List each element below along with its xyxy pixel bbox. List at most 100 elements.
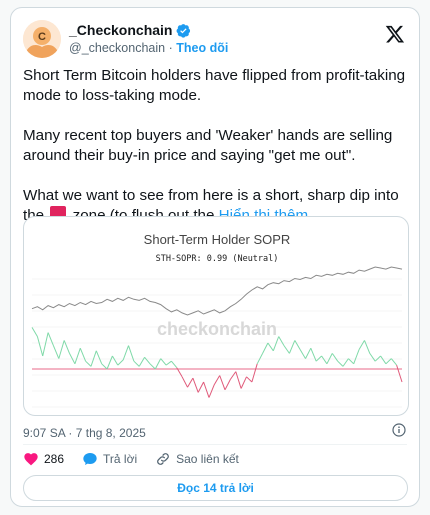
sopr-segment-profit — [369, 353, 376, 362]
sopr-segment-profit — [47, 332, 54, 346]
sopr-segment-profit — [337, 360, 344, 367]
sopr-segment-loss — [213, 375, 221, 385]
sopr-segment-loss — [235, 371, 242, 389]
like-count: 286 — [44, 452, 65, 466]
tweet-time: 9:07 SA — [23, 426, 66, 440]
sopr-segment-profit — [133, 360, 140, 367]
price-series-line — [31, 266, 403, 316]
sopr-segment-profit — [138, 357, 146, 367]
sopr-segment-profit — [95, 350, 103, 364]
tweet-date: 7 thg 8, 2025 — [75, 426, 146, 440]
chart-grid — [32, 278, 402, 408]
sopr-segment-profit — [305, 347, 312, 359]
sopr-segment-loss — [203, 381, 210, 398]
sopr-segment-profit — [348, 358, 355, 365]
sopr-segment-profit — [90, 350, 97, 367]
sopr-segment-profit — [374, 355, 381, 362]
sopr-segment-profit — [69, 353, 76, 365]
handle[interactable]: @_checkonchain — [69, 41, 165, 55]
sopr-segment-profit — [278, 336, 285, 346]
sopr-segment-profit — [358, 340, 365, 350]
tweet-paragraph-1: Short Term Bitcoin holders have flipped … — [23, 67, 406, 104]
action-bar: 286 Trả lời Sao liên kết — [23, 448, 257, 470]
sopr-segment-profit — [294, 340, 301, 350]
sopr-segment-loss — [246, 376, 253, 383]
sopr-segment-profit — [160, 358, 167, 366]
sopr-segment-profit — [154, 358, 162, 370]
sopr-segment-profit — [63, 340, 70, 354]
sopr-segment-profit — [288, 340, 296, 354]
sopr-segment-profit — [321, 355, 328, 365]
chart-watermark: checkonchain — [157, 319, 277, 339]
sopr-segment-loss — [224, 379, 231, 391]
tweet-header: C _Checkonchain @_checkonchain · Theo dõ… — [23, 20, 407, 62]
sopr-segment-profit — [299, 349, 306, 359]
link-icon — [157, 453, 170, 465]
chart-subtitle: STH-SOPR: 0.99 (Neutral) — [156, 254, 279, 264]
author-names: _Checkonchain @_checkonchain · Theo dõi — [69, 22, 228, 55]
sopr-segment-profit — [85, 360, 92, 367]
heart-icon — [24, 453, 38, 466]
sopr-segment-profit — [144, 356, 151, 365]
sopr-segment-loss — [187, 377, 194, 388]
sopr-segment-profit — [101, 363, 108, 370]
sopr-segment-profit — [390, 358, 397, 366]
sopr-segment-profit — [256, 353, 264, 365]
chart-image[interactable]: Short-Term Holder SOPR STH-SOPR: 0.99 (N… — [23, 216, 409, 416]
tweet-paragraph-2: Many recent top buyers and 'Weaker' hand… — [23, 127, 393, 164]
sopr-segment-profit — [380, 355, 387, 365]
sopr-segment-loss — [251, 363, 258, 383]
sopr-segment-profit — [165, 360, 172, 366]
tweet-timestamp[interactable]: 9:07 SA · 7 thg 8, 2025 — [23, 426, 146, 440]
svg-text:C: C — [38, 31, 46, 43]
follow-button[interactable]: Theo dõi — [176, 41, 228, 55]
info-icon[interactable] — [391, 422, 407, 438]
sopr-segment-profit — [52, 345, 60, 359]
sopr-segment-profit — [326, 353, 333, 365]
sopr-segment-profit — [31, 327, 38, 337]
separator-dot: · — [168, 41, 173, 55]
sopr-segment-profit — [149, 363, 156, 370]
sopr-segment-profit — [111, 355, 119, 366]
sopr-segment-profit — [342, 358, 349, 367]
sopr-segment-profit — [331, 353, 339, 362]
copy-link-button[interactable]: Sao liên kết — [155, 451, 239, 467]
sopr-segment-profit — [283, 345, 290, 354]
reply-button[interactable]: Trả lời — [82, 451, 137, 467]
display-name[interactable]: _Checkonchain — [69, 22, 172, 38]
sopr-segment-profit — [353, 349, 360, 364]
sopr-segment-profit — [42, 332, 49, 357]
avatar[interactable]: C — [23, 20, 61, 58]
chart-title: Short-Term Holder SOPR — [144, 232, 291, 247]
sopr-segment-profit — [267, 342, 274, 352]
checkonchain-logo: C — [23, 20, 61, 58]
like-button[interactable]: 286 — [23, 451, 64, 467]
sopr-segment-loss — [396, 364, 403, 383]
sopr-segment-profit — [385, 358, 392, 365]
sopr-segment-profit — [36, 336, 44, 357]
sopr-segment-loss — [240, 376, 247, 389]
sopr-segment-profit — [122, 345, 129, 361]
sopr-segment-loss — [219, 375, 226, 390]
x-logo-icon[interactable] — [385, 24, 405, 44]
divider — [23, 444, 407, 445]
sopr-segment-loss — [229, 371, 237, 380]
sopr-segment-profit — [262, 342, 269, 354]
sopr-segment-profit — [117, 359, 124, 366]
sopr-segment-profit — [106, 355, 113, 370]
tweet-text: Short Term Bitcoin holders have flipped … — [23, 66, 411, 226]
copy-link-label: Sao liên kết — [176, 452, 239, 466]
verified-badge-icon — [177, 23, 191, 38]
tweet-card: C _Checkonchain @_checkonchain · Theo dõ… — [10, 7, 420, 507]
sopr-segment-loss — [181, 376, 188, 388]
sopr-segment-loss — [192, 377, 199, 393]
sopr-segment-profit — [315, 355, 322, 362]
reply-label: Trả lời — [103, 452, 138, 466]
sopr-segment-profit — [364, 340, 371, 354]
read-replies-button[interactable]: Đọc 14 trả lời — [23, 475, 408, 501]
meta-separator: · — [68, 426, 73, 440]
reply-bubble-icon — [83, 453, 97, 465]
sopr-chart: Short-Term Holder SOPR STH-SOPR: 0.99 (N… — [31, 232, 403, 408]
sopr-segment-profit — [74, 348, 81, 364]
sopr-segment-profit — [171, 360, 178, 369]
